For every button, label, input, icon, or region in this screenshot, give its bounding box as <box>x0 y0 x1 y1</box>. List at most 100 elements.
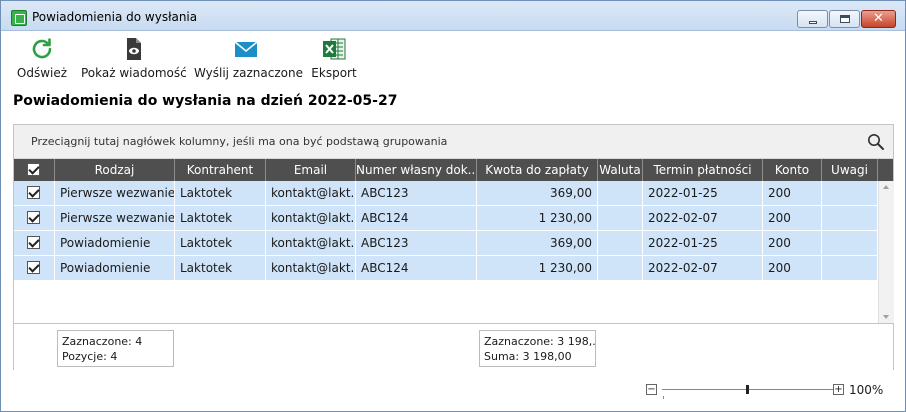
column-header-rodzaj[interactable]: Rodzaj <box>55 159 175 181</box>
column-header-kontrahent[interactable]: Kontrahent <box>175 159 266 181</box>
export-button[interactable]: Eksport <box>309 32 359 84</box>
show-message-button[interactable]: Pokaż wiadomość <box>81 32 187 84</box>
cell-waluta <box>598 231 643 256</box>
cell-kontrahent: Laktotek <box>175 256 266 281</box>
cell-konto: 200 <box>763 231 822 256</box>
row-select-cell <box>14 206 55 231</box>
refresh-label: Odśwież <box>16 66 68 80</box>
cell-konto: 200 <box>763 256 822 281</box>
cell-kontrahent: Laktotek <box>175 231 266 256</box>
maximize-button[interactable] <box>829 10 860 28</box>
cell-rodzaj: Powiadomienie <box>55 256 175 281</box>
maximize-icon <box>840 15 850 23</box>
column-header-numer[interactable]: Numer własny dok... <box>356 159 477 181</box>
cell-uwagi <box>822 206 878 231</box>
select-all-cell <box>14 159 55 181</box>
cell-termin: 2022-02-07 <box>643 206 763 231</box>
row-checkbox[interactable] <box>27 186 40 199</box>
zoom-in-button[interactable]: + <box>833 384 844 395</box>
table-row[interactable]: Pierwsze wezwanie Laktotek kontakt@lakt.… <box>14 206 878 231</box>
cell-uwagi <box>822 181 878 206</box>
cell-email: kontakt@lakt... <box>266 231 356 256</box>
column-header-email[interactable]: Email <box>266 159 356 181</box>
group-panel[interactable]: Przeciągnij tutaj nagłówek kolumny, jeśl… <box>14 125 893 159</box>
export-label: Eksport <box>311 66 357 80</box>
close-button[interactable]: ✕ <box>861 10 896 28</box>
cell-waluta <box>598 181 643 206</box>
zoom-value: 100% <box>849 383 884 397</box>
minimize-icon <box>809 21 817 24</box>
envelope-icon <box>234 41 258 57</box>
cell-termin: 2022-01-25 <box>643 181 763 206</box>
cell-kontrahent: Laktotek <box>175 181 266 206</box>
zoom-control: − + 100% <box>646 383 886 399</box>
column-header-waluta[interactable]: Waluta <box>598 159 643 181</box>
refresh-icon <box>32 38 52 59</box>
cell-konto: 200 <box>763 181 822 206</box>
cell-rodzaj: Pierwsze wezwanie <box>55 206 175 231</box>
summary-selected-count: Zaznaczone: 4 <box>62 335 143 348</box>
search-icon[interactable] <box>867 133 885 151</box>
summary-position-count: Pozycje: 4 <box>62 350 118 363</box>
row-select-cell <box>14 231 55 256</box>
send-selected-button[interactable]: Wyślij zaznaczone <box>194 32 303 84</box>
cell-termin: 2022-01-25 <box>643 231 763 256</box>
page-title: Powiadomienia do wysłania na dzień 2022-… <box>13 93 398 109</box>
column-header-termin[interactable]: Termin płatności <box>643 159 763 181</box>
cell-kwota: 369,00 <box>477 181 598 206</box>
cell-email: kontakt@lakt... <box>266 256 356 281</box>
cell-kwota: 1 230,00 <box>477 256 598 281</box>
table-row[interactable]: Pierwsze wezwanie Laktotek kontakt@lakt.… <box>14 181 878 206</box>
grid-footer: Zaznaczone: 4 Pozycje: 4 Zaznaczone: 3 1… <box>14 323 893 370</box>
cell-email: kontakt@lakt... <box>266 181 356 206</box>
close-icon: ✕ <box>873 11 884 26</box>
cell-konto: 200 <box>763 206 822 231</box>
cell-rodzaj: Powiadomienie <box>55 231 175 256</box>
eye-icon <box>127 38 141 60</box>
refresh-button[interactable]: Odśwież <box>15 32 69 84</box>
vertical-scrollbar[interactable] <box>878 181 894 323</box>
select-all-checkbox[interactable] <box>27 163 40 176</box>
column-header-uwagi[interactable]: Uwagi <box>822 159 878 181</box>
title-bar: Powiadomienia do wysłania ✕ <box>1 1 905 31</box>
minimize-button[interactable] <box>797 10 828 28</box>
toolbar: Odśwież Pokaż wiadomość Wyślij zaznaczon… <box>1 32 905 84</box>
table-row[interactable]: Powiadomienie Laktotek kontakt@lakt... A… <box>14 256 878 281</box>
window-title: Powiadomienia do wysłania <box>32 10 198 24</box>
notifications-grid: Przeciągnij tutaj nagłówek kolumny, jeśl… <box>13 124 894 370</box>
selection-summary: Zaznaczone: 4 Pozycje: 4 <box>57 330 174 367</box>
row-select-cell <box>14 256 55 281</box>
excel-icon <box>323 38 346 60</box>
cell-waluta <box>598 256 643 281</box>
table-row[interactable]: Powiadomienie Laktotek kontakt@lakt... A… <box>14 231 878 256</box>
cell-kwota: 369,00 <box>477 231 598 256</box>
zoom-out-button[interactable]: − <box>646 384 657 395</box>
row-checkbox[interactable] <box>27 261 40 274</box>
grid-header: Rodzaj Kontrahent Email Numer własny dok… <box>14 159 893 181</box>
send-selected-label: Wyślij zaznaczone <box>194 66 303 80</box>
cell-numer: ABC123 <box>356 181 477 206</box>
cell-waluta <box>598 206 643 231</box>
cell-termin: 2022-02-07 <box>643 256 763 281</box>
row-checkbox[interactable] <box>27 236 40 249</box>
zoom-slider-thumb[interactable] <box>746 385 749 394</box>
cell-numer: ABC124 <box>356 206 477 231</box>
column-header-konto[interactable]: Konto <box>763 159 822 181</box>
summary-total-amount: Suma: 3 198,00 <box>484 350 572 363</box>
cell-numer: ABC124 <box>356 256 477 281</box>
summary-selected-amount: Zaznaczone: 3 198,... <box>484 335 596 348</box>
app-window: Powiadomienia do wysłania ✕ Odśwież Poka… <box>0 0 906 412</box>
app-icon <box>11 10 27 26</box>
cell-uwagi <box>822 231 878 256</box>
row-select-cell <box>14 181 55 206</box>
cell-email: kontakt@lakt... <box>266 206 356 231</box>
scroll-down-icon[interactable] <box>883 315 889 319</box>
cell-kontrahent: Laktotek <box>175 206 266 231</box>
row-checkbox[interactable] <box>27 211 40 224</box>
group-hint: Przeciągnij tutaj nagłówek kolumny, jeśl… <box>31 135 448 148</box>
scroll-up-icon[interactable] <box>883 185 889 189</box>
zoom-tick <box>663 396 664 399</box>
amount-summary: Zaznaczone: 3 198,... Suma: 3 198,00 <box>479 330 596 367</box>
column-header-kwota[interactable]: Kwota do zapłaty <box>477 159 598 181</box>
cell-rodzaj: Pierwsze wezwanie <box>55 181 175 206</box>
